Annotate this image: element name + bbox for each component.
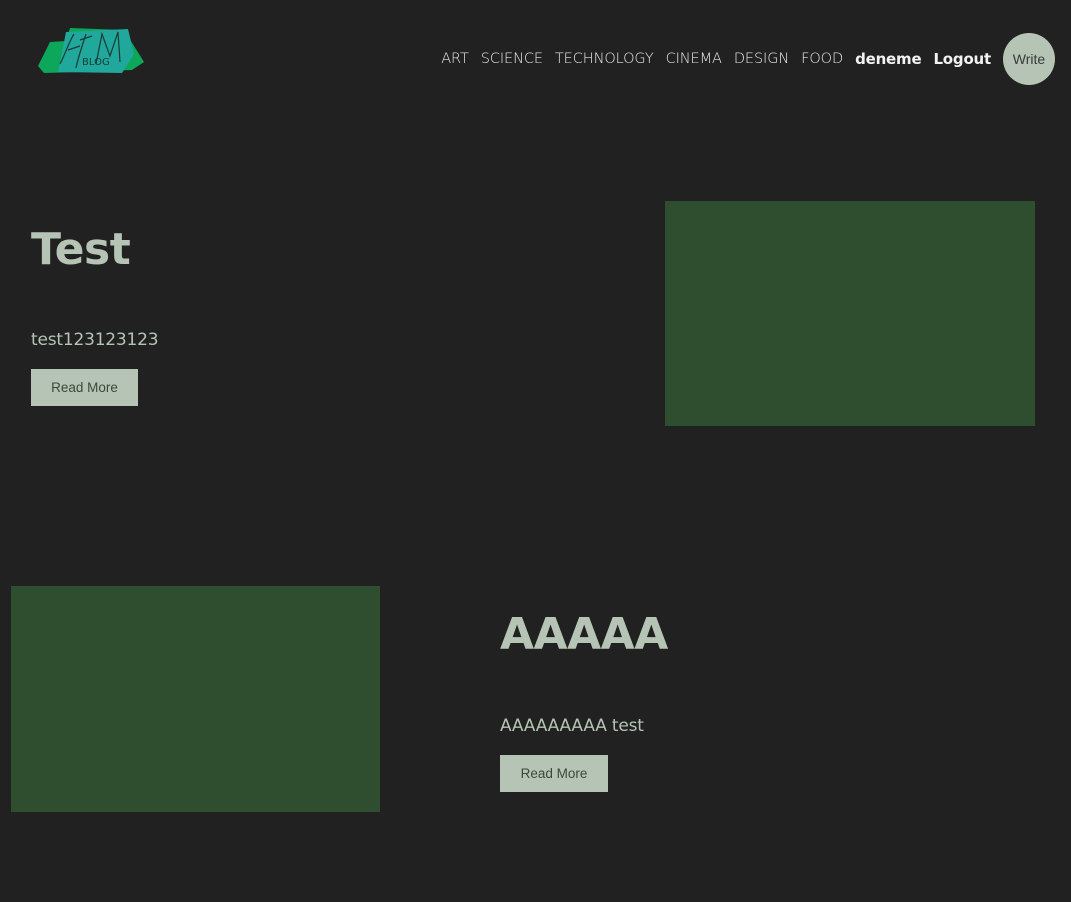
- post-description: test123123123: [31, 330, 159, 350]
- nav-link-food[interactable]: FOOD: [801, 51, 843, 67]
- nav-link-cinema[interactable]: CINEMA: [666, 51, 722, 67]
- post-title[interactable]: AAAAA: [500, 613, 668, 657]
- read-more-button[interactable]: Read More: [500, 755, 608, 792]
- logout-link[interactable]: Logout: [933, 50, 991, 68]
- blog-logo[interactable]: BLOG: [36, 26, 148, 78]
- logo-subtext: BLOG: [82, 57, 110, 68]
- post-image[interactable]: [11, 586, 380, 812]
- blog-home-page: BLOG ART SCIENCE TECHNOLOGY CINEMA DESIG…: [0, 0, 1071, 902]
- nav-link-art[interactable]: ART: [441, 51, 469, 67]
- nav-link-technology[interactable]: TECHNOLOGY: [555, 51, 654, 67]
- write-button[interactable]: Write: [1003, 33, 1055, 85]
- nav-link-science[interactable]: SCIENCE: [481, 51, 543, 67]
- post-image[interactable]: [665, 201, 1035, 426]
- post-description: AAAAAAAAA test: [500, 716, 644, 736]
- read-more-button[interactable]: Read More: [31, 369, 138, 406]
- logo-icon: BLOG: [38, 28, 144, 73]
- nav-link-design[interactable]: DESIGN: [734, 51, 789, 67]
- username-link[interactable]: deneme: [855, 50, 922, 68]
- post-title[interactable]: Test: [31, 228, 131, 272]
- main-nav: ART SCIENCE TECHNOLOGY CINEMA DESIGN FOO…: [441, 33, 1055, 85]
